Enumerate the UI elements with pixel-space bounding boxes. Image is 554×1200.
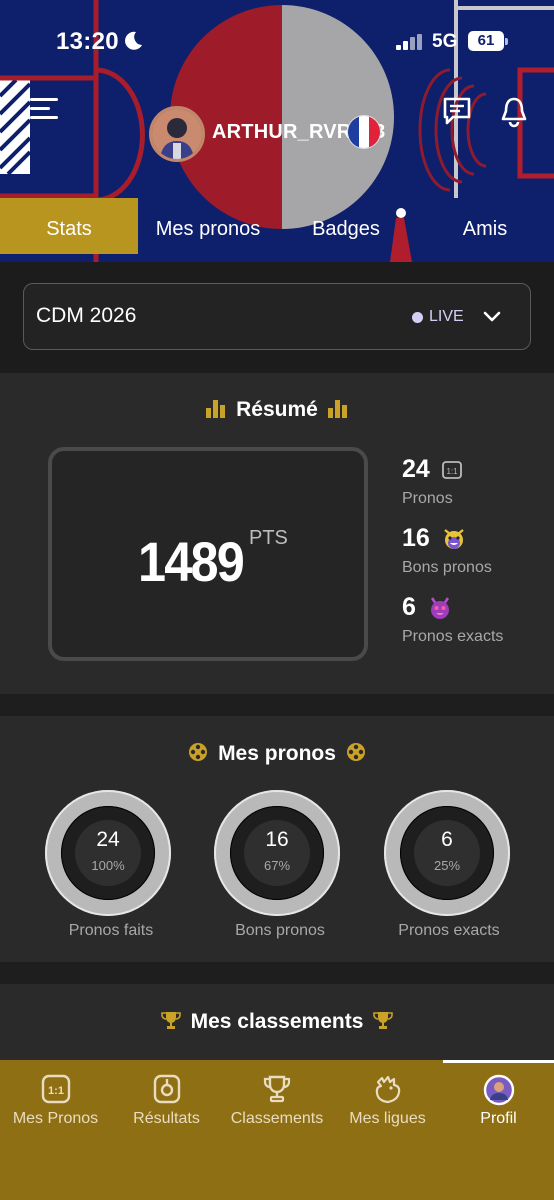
- devil-face-icon: [431, 596, 450, 619]
- film-reel-icon: [189, 743, 208, 761]
- bar-chart-icon: [206, 400, 226, 418]
- score-card-icon: 1:1: [442, 460, 463, 479]
- menu-icon[interactable]: [30, 98, 62, 124]
- competition-dropdown[interactable]: CDM 2026 LIVE: [23, 283, 531, 350]
- trophy-icon: [373, 1012, 394, 1029]
- ring-pronos-exacts: 6 25%: [384, 790, 510, 916]
- live-dot-icon: [412, 312, 423, 323]
- tab-mes-pronos[interactable]: Mes pronos: [145, 198, 271, 254]
- profile-tabs: Stats Mes pronos Badges Amis: [0, 198, 554, 254]
- points-box: 1489 PTS: [48, 447, 368, 661]
- nav-classements[interactable]: Classements: [222, 1060, 332, 1160]
- bar-chart-icon: [327, 400, 347, 418]
- bell-icon[interactable]: [500, 96, 528, 128]
- signal-icon: [396, 34, 422, 50]
- resume-card: Résumé 1489 PTS 24 1:1 Pronos 16 Bons pr…: [0, 373, 554, 694]
- stat-pronos: 24 1:1 Pronos: [402, 455, 463, 508]
- chat-icon[interactable]: [441, 95, 473, 127]
- svg-text:1:1: 1:1: [447, 467, 459, 476]
- nav-label: Résultats: [133, 1110, 200, 1127]
- ring-percent: 100%: [91, 858, 125, 873]
- chevron-down-icon: [483, 311, 501, 322]
- stat-bons-pronos: 16 Bons pronos: [402, 524, 492, 577]
- tab-amis[interactable]: Amis: [450, 198, 520, 254]
- points-value: 1489: [138, 530, 245, 593]
- moon-icon: [125, 31, 142, 50]
- mes-pronos-title-text: Mes pronos: [218, 742, 336, 765]
- stat-label: Pronos: [402, 490, 453, 507]
- svg-text:1:1: 1:1: [48, 1085, 64, 1097]
- ring-value: 16: [265, 828, 289, 851]
- avatar[interactable]: [149, 106, 205, 162]
- stat-label: Bons pronos: [402, 559, 492, 576]
- nav-mes-pronos[interactable]: 1:1 Mes Pronos: [0, 1060, 111, 1160]
- ring-pronos-faits: 24 100%: [45, 790, 171, 916]
- nav-profil[interactable]: Profil: [443, 1060, 554, 1160]
- ring-value: 24: [96, 828, 120, 851]
- status-bar: 13:20 5G 61: [0, 26, 554, 58]
- nav-label: Mes ligues: [349, 1110, 426, 1127]
- status-time: 13:20: [56, 28, 119, 55]
- resume-title: Résumé: [0, 398, 554, 422]
- mes-classements-title: Mes classements: [0, 1010, 554, 1034]
- mes-pronos-card: Mes pronos 24 100% Pronos faits 16 67% B…: [0, 716, 554, 962]
- nav-label: Profil: [480, 1110, 517, 1127]
- france-flag-icon: [347, 115, 381, 149]
- battery-icon: 61: [468, 31, 504, 51]
- rooster-icon: [375, 1075, 400, 1104]
- mes-pronos-title: Mes pronos: [0, 742, 554, 766]
- points-unit: PTS: [249, 527, 288, 549]
- ring-label: Pronos exacts: [398, 922, 500, 939]
- stat-value: 16: [402, 524, 430, 552]
- nav-resultats[interactable]: Résultats: [111, 1060, 222, 1160]
- film-reel-icon: [346, 743, 365, 761]
- stat-pronos-exacts: 6 Pronos exacts: [402, 593, 503, 646]
- tab-stats[interactable]: Stats: [0, 198, 138, 254]
- ring-label: Bons pronos: [235, 922, 325, 939]
- live-badge: LIVE: [429, 308, 464, 325]
- ring-percent: 67%: [263, 858, 291, 873]
- avatar-icon: [483, 1074, 514, 1106]
- competition-name: CDM 2026: [36, 304, 137, 327]
- trophy-icon: [263, 1075, 291, 1103]
- ring-value: 6: [441, 828, 453, 851]
- nav-mes-ligues[interactable]: Mes ligues: [332, 1060, 443, 1160]
- whistle-icon: [153, 1074, 180, 1104]
- nav-label: Classements: [230, 1110, 324, 1127]
- nav-active-indicator: [443, 1060, 554, 1063]
- profile-header: 13:20 5G 61 ARTHUR_RVR693 Stats Mes pron…: [0, 0, 554, 262]
- ring-bons-pronos: 16 67%: [214, 790, 340, 916]
- avatar-icon: [152, 109, 202, 159]
- happy-face-icon: [444, 528, 465, 549]
- battery-tip: [505, 38, 508, 45]
- nav-label: Mes Pronos: [12, 1110, 99, 1127]
- competition-selector-area: CDM 2026 LIVE: [0, 262, 554, 372]
- network-type: 5G: [432, 31, 458, 52]
- bottom-navigation: 1:1 Mes Pronos Résultats Classements Mes…: [0, 1060, 554, 1200]
- ring-label: Pronos faits: [68, 922, 154, 939]
- stat-label: Pronos exacts: [402, 628, 504, 645]
- mes-classements-title-text: Mes classements: [190, 1010, 364, 1033]
- tab-badges[interactable]: Badges: [300, 198, 392, 254]
- score-card-icon: 1:1: [41, 1074, 70, 1104]
- trophy-icon: [160, 1012, 181, 1029]
- ring-percent: 25%: [433, 858, 461, 873]
- resume-title-text: Résumé: [236, 398, 318, 421]
- stat-value: 24: [402, 455, 430, 483]
- stat-value: 6: [402, 593, 416, 621]
